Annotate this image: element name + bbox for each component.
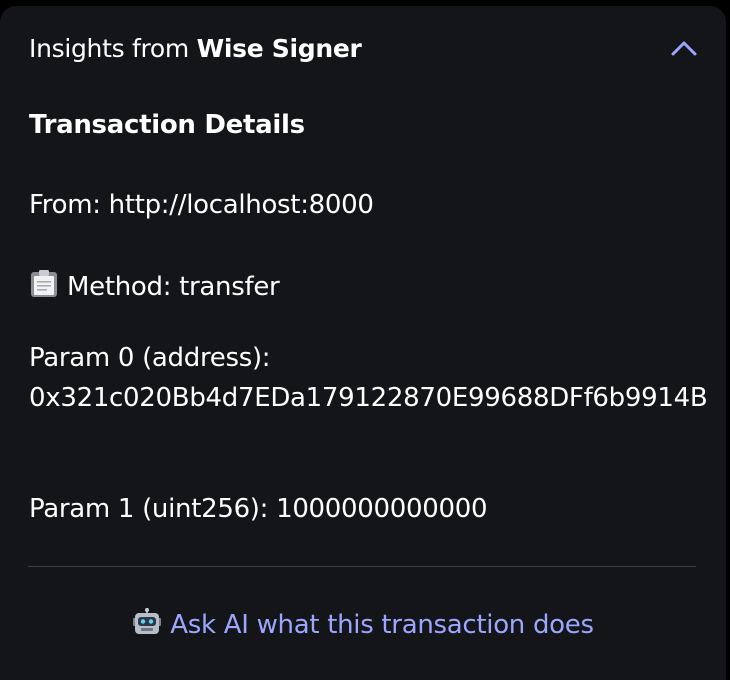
transaction-details-title: Transaction Details — [29, 110, 305, 140]
method-line: Method: transfer — [29, 270, 280, 305]
divider — [28, 566, 696, 567]
insights-header-title: Insights from Wise Signer — [29, 34, 362, 63]
insights-panel: Insights from Wise Signer Transaction De… — [0, 6, 726, 680]
insights-header-toggle[interactable]: Insights from Wise Signer — [29, 28, 697, 68]
chevron-up-icon[interactable] — [669, 33, 699, 63]
insights-header-brand: Wise Signer — [196, 33, 362, 63]
from-line: From: http://localhost:8000 — [29, 190, 374, 220]
method-text: Method: transfer — [67, 272, 280, 302]
ask-ai-button[interactable]: Ask AI what this transaction does — [0, 608, 726, 643]
insights-header-prefix: Insights from — [29, 33, 189, 63]
clipboard-icon — [29, 270, 59, 305]
param1-line: Param 1 (uint256): 1000000000000 — [29, 494, 488, 524]
param0-label: Param 0 (address): — [29, 343, 271, 373]
ask-ai-label: Ask AI what this transaction does — [170, 610, 594, 640]
robot-icon — [132, 608, 162, 643]
param0-value: 0x321c020Bb4d7EDa179122870E99688DFf6b991… — [29, 383, 708, 413]
param0-block: Param 0 (address): 0x321c020Bb4d7EDa1791… — [29, 338, 709, 418]
